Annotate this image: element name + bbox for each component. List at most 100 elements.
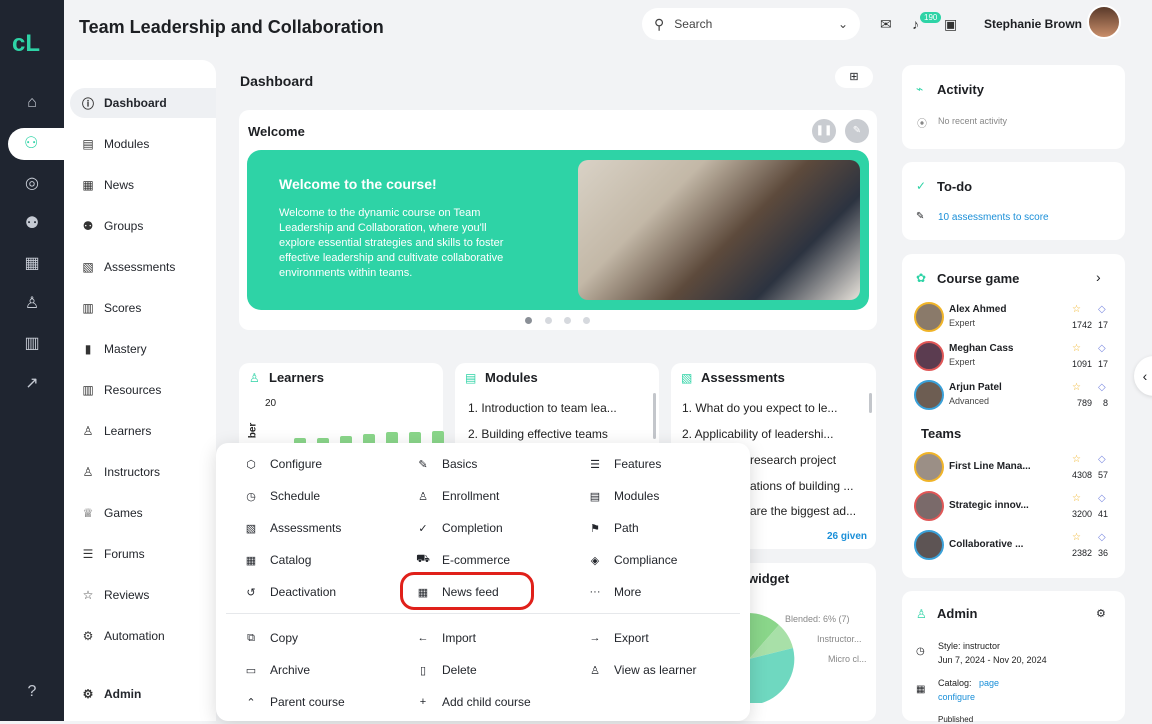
menu-item-deactivation[interactable]: ↺ Deactivation xyxy=(244,585,336,599)
catalog-link[interactable]: page xyxy=(979,678,999,688)
menu-item-configure[interactable]: ⬡ Configure xyxy=(244,457,322,471)
star-icon: ☆ xyxy=(82,588,94,602)
users-icon[interactable]: ⚉ xyxy=(20,212,44,236)
carousel-dot[interactable] xyxy=(525,317,532,324)
mail-icon[interactable]: ✉ xyxy=(880,16,892,33)
sidebar-item-mastery[interactable]: ▮ Mastery xyxy=(70,334,216,364)
menu-item-add-child-course[interactable]: + Add child course xyxy=(416,695,531,709)
list-item[interactable]: 2. Building effective teams xyxy=(468,427,648,441)
menu-item-compliance[interactable]: ◈ Compliance xyxy=(588,553,678,567)
sidebar-item-learners[interactable]: ♙ Learners xyxy=(70,416,216,446)
sidebar-item-label: Automation xyxy=(104,629,165,643)
leaderboard-row[interactable]: Arjun Patel Advanced ☆ ◇ 789 8 xyxy=(914,380,1114,414)
menu-item-label: Add child course xyxy=(442,695,531,709)
menu-item-copy[interactable]: ⧉ Copy xyxy=(244,631,298,645)
menu-item-catalog[interactable]: ▦ Catalog xyxy=(244,553,312,567)
leaderboard-row[interactable]: Meghan Cass Expert ☆ ◇ 1091 17 xyxy=(914,341,1114,375)
sidebar-item-label: Reviews xyxy=(104,588,150,602)
signpost-icon: ⚑ xyxy=(590,522,600,535)
sidebar-item-scores[interactable]: ▥ Scores xyxy=(70,293,216,323)
person-icon[interactable]: ♙ xyxy=(20,292,44,316)
scrollbar[interactable] xyxy=(869,393,872,413)
team-row[interactable]: Strategic innov... ☆ ◇ 3200 41 xyxy=(914,491,1114,525)
sidebar-admin-button[interactable]: ⚙ Admin xyxy=(70,679,216,709)
module-icon: ▤ xyxy=(589,490,601,503)
calendar-icon[interactable]: ▣ xyxy=(944,16,957,33)
welcome-banner: Welcome to the course! Welcome to the dy… xyxy=(247,150,869,310)
sidebar-item-automation[interactable]: ⚙ Automation xyxy=(70,621,216,651)
menu-item-completion[interactable]: ✓ Completion xyxy=(416,521,502,535)
list-item[interactable]: research project xyxy=(750,453,870,467)
app-logo[interactable]: cL xyxy=(12,30,52,60)
library-icon[interactable]: ▥ xyxy=(20,332,44,356)
user-name[interactable]: Stephanie Brown xyxy=(984,17,1082,31)
menu-item-more[interactable]: ··· More xyxy=(588,585,642,599)
sidebar-item-modules[interactable]: ▤ Modules xyxy=(70,129,216,159)
catalog-configure-link[interactable]: configure xyxy=(938,692,975,702)
sidebar-item-forums[interactable]: ☰ Forums xyxy=(70,539,216,569)
home-icon[interactable]: ⌂ xyxy=(20,91,44,115)
pause-button[interactable]: ❚❚ xyxy=(812,119,836,143)
target-icon[interactable]: ◎ xyxy=(20,172,44,196)
sidebar-item-dashboard[interactable]: ⓘ Dashboard xyxy=(70,88,216,118)
edit-button[interactable]: ✎ xyxy=(845,119,869,143)
chart-icon[interactable]: ↗ xyxy=(20,372,44,396)
arrow-left-icon: ← xyxy=(417,632,429,644)
menu-item-features[interactable]: ☰ Features xyxy=(588,457,661,471)
menu-item-basics[interactable]: ✎ Basics xyxy=(416,457,477,471)
sidebar-item-label: Dashboard xyxy=(104,96,167,110)
scrollbar[interactable] xyxy=(653,393,656,439)
sidebar-item-resources[interactable]: ▥ Resources xyxy=(70,375,216,405)
team-row[interactable]: First Line Mana... ☆ ◇ 4308 57 xyxy=(914,452,1114,486)
team-row[interactable]: Collaborative ... ☆ ◇ 2382 36 xyxy=(914,530,1114,564)
sidebar-item-games[interactable]: ♕ Games xyxy=(70,498,216,528)
list-item[interactable]: 2. Applicability of leadershi... xyxy=(682,427,862,441)
leaderboard-row[interactable]: Alex Ahmed Expert ☆ ◇ 1742 17 xyxy=(914,302,1114,336)
carousel-dot[interactable] xyxy=(564,317,571,324)
layout-grid-button[interactable]: ⊞ xyxy=(835,66,873,88)
sidebar-item-reviews[interactable]: ☆ Reviews xyxy=(70,580,216,610)
menu-item-path[interactable]: ⚑ Path xyxy=(588,521,639,535)
courses-icon[interactable]: ⚇ xyxy=(8,128,64,160)
assessments-title: Assessments xyxy=(701,370,785,385)
todo-item[interactable]: 10 assessments to score xyxy=(938,212,1049,223)
menu-item-assessments[interactable]: ▧ Assessments xyxy=(244,521,342,535)
menu-item-e-commerce[interactable]: ⛟ E-commerce xyxy=(416,553,510,567)
menu-item-view-as-learner[interactable]: ♙ View as learner xyxy=(588,663,696,677)
player-level: 17 xyxy=(1097,359,1108,369)
menu-item-schedule[interactable]: ◷ Schedule xyxy=(244,489,320,503)
menu-item-export[interactable]: → Export xyxy=(588,631,649,645)
list-item[interactable]: ations of building ... xyxy=(750,479,870,493)
assessment-icon: ▧ xyxy=(681,371,693,385)
list-item[interactable]: are the biggest ad... xyxy=(750,504,870,518)
list-item[interactable]: 1. What do you expect to le... xyxy=(682,401,862,415)
given-count[interactable]: 26 given xyxy=(827,531,867,542)
menu-item-delete[interactable]: ▯ Delete xyxy=(416,663,477,677)
menu-item-parent-course[interactable]: ⌃ Parent course xyxy=(244,695,344,709)
sidebar-item-groups[interactable]: ⚉ Groups xyxy=(70,211,216,241)
gear-icon[interactable]: ⚙ xyxy=(1096,607,1106,620)
activity-title: Activity xyxy=(937,82,984,97)
carousel-dot[interactable] xyxy=(545,317,552,324)
help-icon[interactable]: ? xyxy=(20,680,44,704)
learner-icon: ♙ xyxy=(82,424,94,438)
carousel-dot[interactable] xyxy=(583,317,590,324)
chevron-down-icon[interactable]: ⌄ xyxy=(838,17,848,31)
apps-icon[interactable]: ▦ xyxy=(20,252,44,276)
list-item[interactable]: 1. Introduction to team lea... xyxy=(468,401,648,415)
chevron-right-icon[interactable]: › xyxy=(1096,269,1101,285)
search-input[interactable]: ⚲ Search ⌄ xyxy=(642,8,860,40)
sidebar-admin-label: Admin xyxy=(104,687,142,701)
menu-item-archive[interactable]: ▭ Archive xyxy=(244,663,310,677)
avatar[interactable] xyxy=(1087,5,1121,39)
star-icon: ☆ xyxy=(1072,493,1081,504)
sidebar-item-news[interactable]: ▦ News xyxy=(70,170,216,200)
team-points: 3200 xyxy=(1071,509,1092,519)
menu-item-enrollment[interactable]: ♙ Enrollment xyxy=(416,489,499,503)
sidebar-item-assessments[interactable]: ▧ Assessments xyxy=(70,252,216,282)
menu-item-modules[interactable]: ▤ Modules xyxy=(588,489,660,503)
sidebar-item-instructors[interactable]: ♙ Instructors xyxy=(70,457,216,487)
collapse-panel-button[interactable]: ‹ xyxy=(1134,356,1152,396)
menu-item-import[interactable]: ← Import xyxy=(416,631,477,645)
bell-icon[interactable]: ♪ xyxy=(912,16,919,32)
